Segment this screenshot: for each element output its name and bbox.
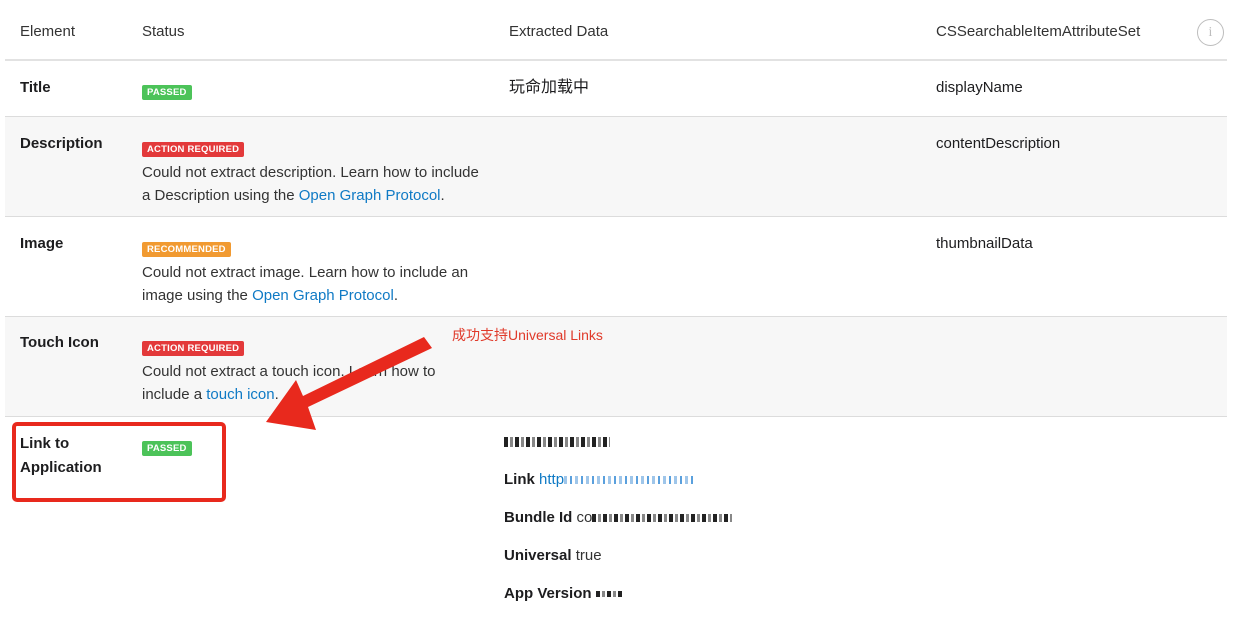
annotation-arrow-icon — [266, 337, 432, 430]
